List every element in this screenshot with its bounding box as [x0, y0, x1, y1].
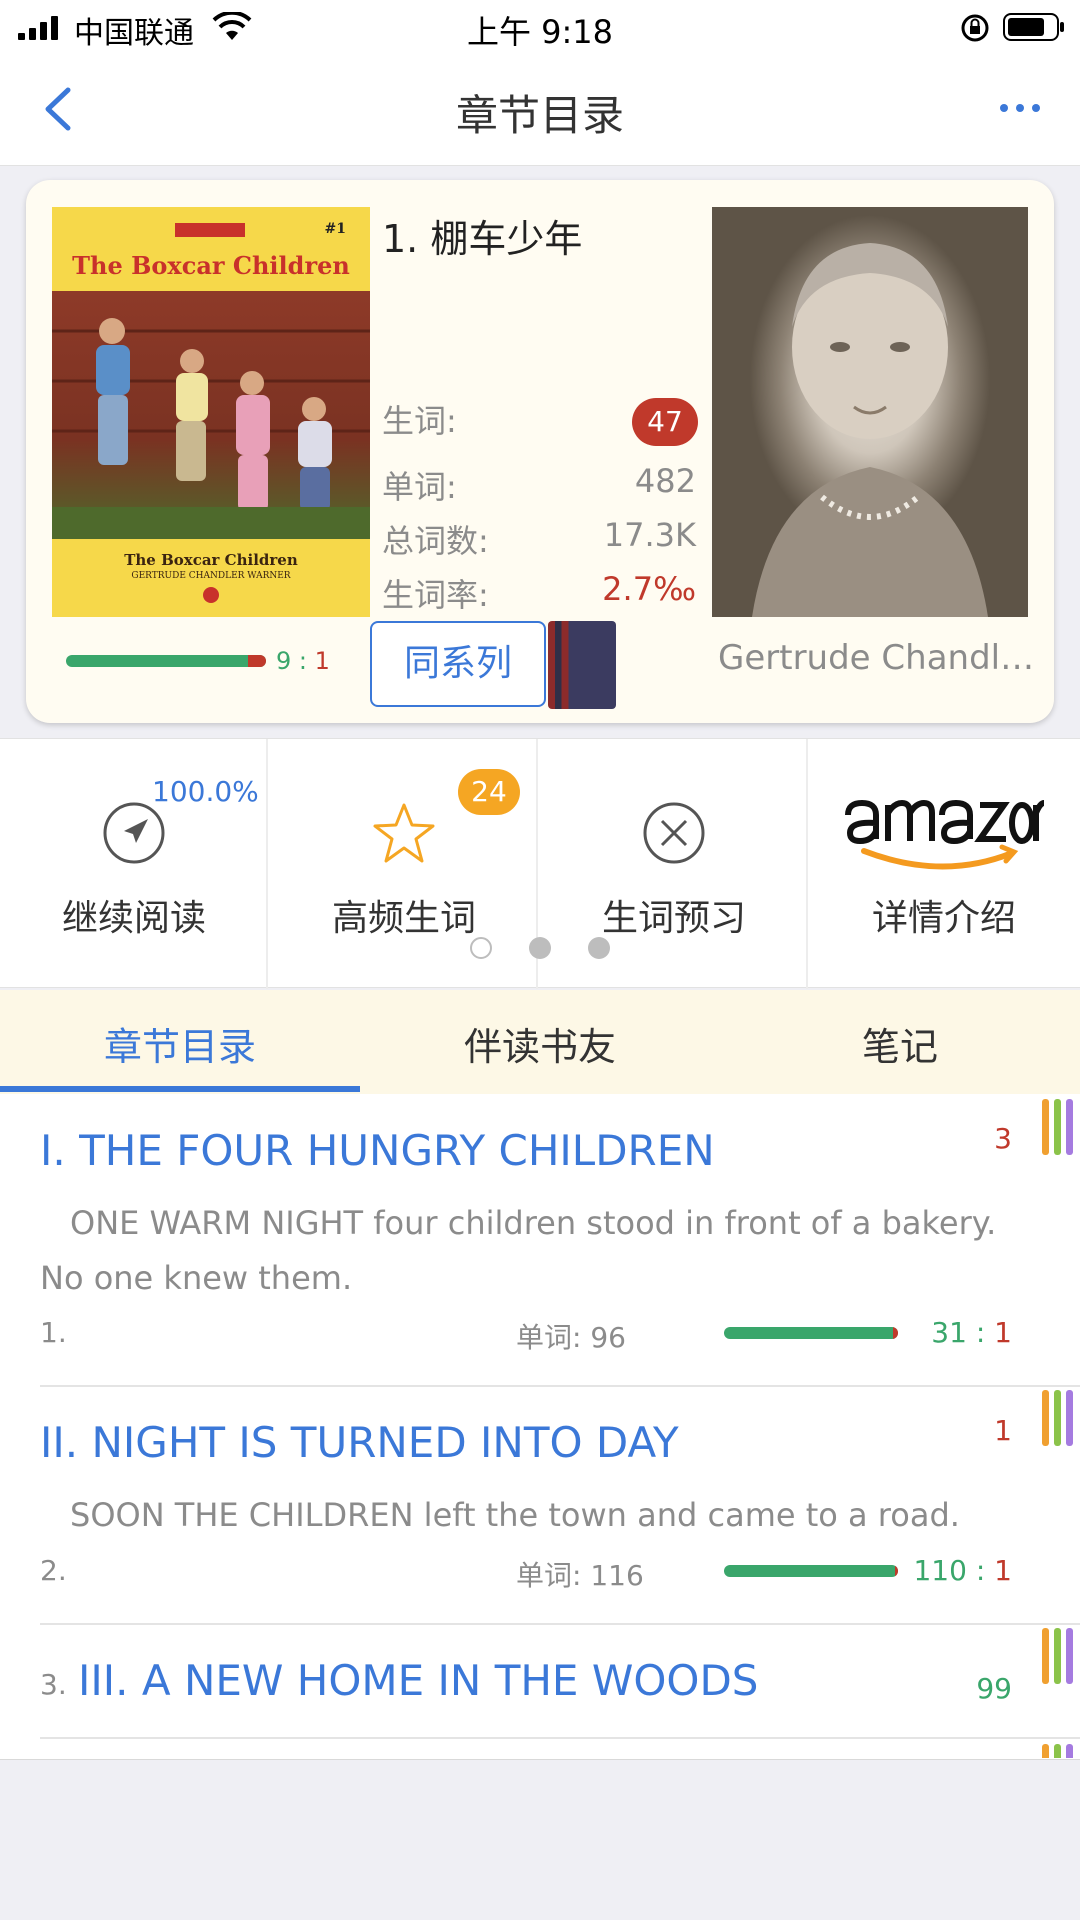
- chapter-ratio-known: 110: [913, 1554, 967, 1587]
- chapter-ratio: 31 : 1: [931, 1316, 1012, 1349]
- tab-notes[interactable]: 笔记: [720, 1016, 1080, 1071]
- series-thumbnail[interactable]: [548, 621, 616, 709]
- chapter-title[interactable]: II. NIGHT IS TURNED INTO DAY: [40, 1418, 679, 1467]
- words-label: 单词:: [382, 468, 457, 506]
- same-series-button[interactable]: 同系列: [370, 621, 546, 707]
- active-tab-indicator: [0, 1086, 360, 1092]
- chapter-excerpt: ONE WARM NIGHT four children stood in fr…: [40, 1204, 997, 1297]
- book-card: #1 The Boxcar Children The Boxcar Childr…: [26, 180, 1054, 723]
- page-indicator: [0, 937, 1080, 961]
- frequent-words-label: 高频生词: [331, 898, 476, 939]
- divider: [40, 1737, 1080, 1739]
- total-words-label: 总词数:: [382, 522, 489, 560]
- chapter-ratio-separator: :: [966, 1554, 995, 1587]
- chapter-new-word-count: 99: [976, 1672, 1012, 1705]
- chapter-ratio-known: 31: [931, 1316, 967, 1349]
- more-icon[interactable]: [996, 98, 1044, 118]
- continue-reading-label: 继续阅读: [61, 898, 206, 939]
- new-word-rate-label: 生词率:: [382, 576, 489, 614]
- cover-title: The Boxcar Children: [72, 251, 350, 280]
- cover-number: #1: [324, 221, 346, 237]
- divider: [40, 1385, 1080, 1387]
- status-bar: 中国联通 上午 9:18: [0, 0, 1080, 54]
- chapter-marker-stripes: [1040, 1628, 1080, 1684]
- chapter-marker-stripes: [1040, 1099, 1080, 1155]
- divider: [40, 1623, 1080, 1625]
- book-ratio: 9 : 1: [276, 647, 330, 675]
- frequent-words-badge: 24: [458, 769, 520, 815]
- chapter-marker-stripes: [1040, 1744, 1080, 1758]
- new-words-label: 生词:: [382, 402, 457, 440]
- words-value: 482: [634, 462, 696, 500]
- book-ratio-unknown: 1: [314, 647, 330, 675]
- tab-bar: 章节目录 伴读书友 笔记: [0, 990, 1080, 1094]
- tab-reading-friends[interactable]: 伴读书友: [360, 1016, 720, 1071]
- nav-bar: 章节目录: [0, 54, 1080, 166]
- chapter-new-word-count: 1: [994, 1414, 1012, 1447]
- author-photo[interactable]: [712, 207, 1028, 617]
- page-dot-2[interactable]: [529, 937, 551, 959]
- chapter-word-count: 单词: 96: [516, 1321, 626, 1354]
- action-grid: 继续阅读 100.0% 高频生词 24 生词预习 详情介绍: [0, 738, 1080, 989]
- details-label: 详情介绍: [871, 898, 1016, 939]
- chapter-progress-bar: [724, 1565, 898, 1577]
- chapter-title[interactable]: I. THE FOUR HUNGRY CHILDREN: [40, 1126, 715, 1175]
- battery-icon: [1003, 13, 1064, 41]
- new-word-rate-value: 2.7‰: [602, 570, 696, 608]
- rotation-lock-icon: [961, 14, 989, 42]
- chapter-index: 2.: [40, 1554, 67, 1587]
- compass-icon: [103, 802, 165, 864]
- book-ratio-known: 9: [276, 647, 292, 675]
- page-dot-1[interactable]: [470, 937, 492, 959]
- cover-banner: [175, 223, 245, 237]
- chapter-list: I. THE FOUR HUNGRY CHILDREN 3 ONE WARM N…: [0, 1094, 1080, 1760]
- star-icon: [373, 803, 435, 863]
- book-progress-bar: [66, 655, 266, 667]
- book-title: 1. 棚车少年: [382, 217, 583, 261]
- reading-progress: 100.0%: [152, 775, 259, 808]
- chapter-index: 3.: [40, 1668, 67, 1701]
- cover-illustration: [52, 291, 370, 539]
- chapter-excerpt: SOON THE CHILDREN left the town and came…: [70, 1496, 960, 1534]
- page-title: 章节目录: [455, 91, 624, 140]
- chapter-title[interactable]: III. A NEW HOME IN THE WOODS: [78, 1656, 758, 1705]
- cover-author: GERTRUDE CHANDLER WARNER: [131, 571, 291, 581]
- preview-words-label: 生词预习: [601, 898, 746, 939]
- chapter-index: 1.: [40, 1316, 67, 1349]
- total-words-value: 17.3K: [603, 516, 696, 554]
- chapter-ratio-separator: :: [966, 1316, 995, 1349]
- tab-chapters[interactable]: 章节目录: [0, 1016, 360, 1071]
- chapter-progress-bar: [724, 1327, 898, 1339]
- book-ratio-separator: :: [291, 647, 315, 675]
- cover-subtitle: The Boxcar Children: [124, 551, 298, 569]
- chapter-ratio: 110 : 1: [913, 1554, 1012, 1587]
- chapter-new-word-count: 3: [994, 1122, 1012, 1155]
- close-circle-icon: [643, 802, 705, 864]
- publisher-logo: [203, 587, 219, 603]
- chapter-ratio-unknown: 1: [994, 1316, 1012, 1349]
- author-name[interactable]: Gertrude Chandl…: [718, 638, 1038, 678]
- chapter-marker-stripes: [1040, 1390, 1080, 1446]
- book-cover[interactable]: #1 The Boxcar Children The Boxcar Childr…: [52, 207, 370, 617]
- clock: 上午 9:18: [466, 13, 614, 51]
- amazon-logo: [845, 799, 1045, 870]
- chapter-ratio-unknown: 1: [994, 1554, 1012, 1587]
- chapter-word-count: 单词: 116: [516, 1559, 644, 1592]
- page-dot-3[interactable]: [588, 937, 610, 959]
- new-words-badge: 47: [632, 398, 698, 446]
